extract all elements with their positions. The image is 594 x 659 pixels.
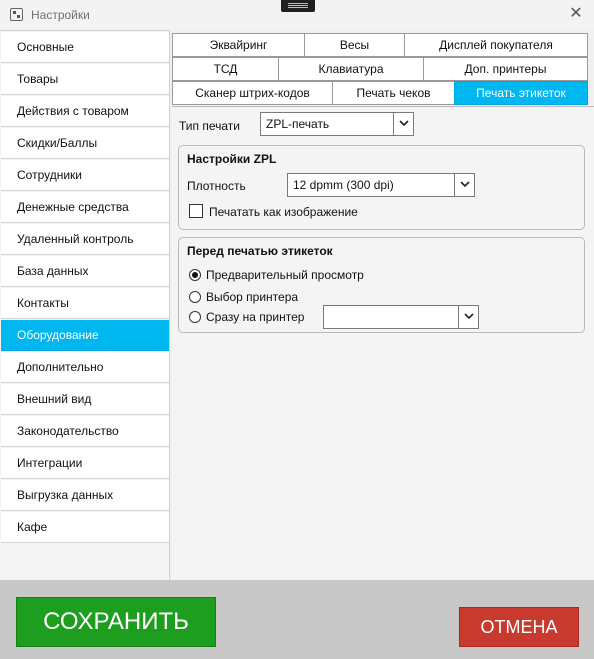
sidebar-item-remote-control[interactable]: Удаленный контроль (1, 224, 169, 255)
settings-window: Настройки ✕ Основные Товары Действия с т… (0, 0, 594, 659)
zpl-settings-group: Настройки ZPL Плотность 12 dpmm (300 dpi… (178, 145, 585, 230)
print-as-image-label: Печатать как изображение (209, 205, 358, 219)
sidebar-item-employees[interactable]: Сотрудники (1, 160, 169, 191)
tab-barcode-scanner[interactable]: Сканер штрих-кодов (172, 81, 333, 105)
preview-label: Предварительный просмотр (206, 268, 364, 282)
sidebar-item-legislation[interactable]: Законодательство (1, 416, 169, 447)
settings-sidebar: Основные Товары Действия с товаром Скидк… (0, 30, 170, 580)
density-select[interactable]: 12 dpmm (300 dpi) (287, 173, 475, 197)
label-printing-panel: Тип печати ZPL-печать Настройки ZPL Плот… (172, 106, 594, 580)
before-print-group: Перед печатью этикеток Предварительный п… (178, 237, 585, 333)
sidebar-item-equipment[interactable]: Оборудование (1, 320, 169, 351)
sidebar-item-product-actions[interactable]: Действия с товаром (1, 96, 169, 127)
sidebar-item-cafe[interactable]: Кафе (1, 512, 169, 543)
drag-handle[interactable] (281, 0, 315, 12)
sidebar-item-discounts[interactable]: Скидки/Баллы (1, 128, 169, 159)
sidebar-item-cash[interactable]: Денежные средства (1, 192, 169, 223)
print-as-image-checkbox[interactable] (189, 204, 203, 218)
preview-radio[interactable] (189, 269, 201, 281)
choose-printer-label: Выбор принтера (206, 290, 299, 304)
tab-label-printing[interactable]: Печать этикеток (454, 81, 588, 105)
title-bar[interactable]: Настройки ✕ (0, 0, 594, 30)
sidebar-item-data-export[interactable]: Выгрузка данных (1, 480, 169, 511)
zpl-settings-title: Настройки ZPL (187, 152, 277, 166)
sidebar-item-additional[interactable]: Дополнительно (1, 352, 169, 383)
print-type-value: ZPL-печать (266, 117, 330, 131)
app-icon (10, 8, 23, 21)
chevron-down-icon[interactable] (458, 306, 478, 328)
sidebar-item-general[interactable]: Основные (1, 32, 169, 63)
save-button[interactable]: СОХРАНИТЬ (16, 597, 216, 647)
printer-select[interactable] (323, 305, 479, 329)
direct-print-radio[interactable] (189, 311, 201, 323)
tab-extra-printers[interactable]: Доп. принтеры (423, 57, 588, 81)
print-type-select[interactable]: ZPL-печать (260, 112, 414, 136)
choose-printer-radio[interactable] (189, 291, 201, 303)
density-value: 12 dpmm (300 dpi) (293, 178, 394, 192)
sidebar-item-appearance[interactable]: Внешний вид (1, 384, 169, 415)
tab-receipt-printing[interactable]: Печать чеков (332, 81, 455, 105)
print-type-label: Тип печати (179, 119, 240, 133)
footer-bar: СОХРАНИТЬ ОТМЕНА (0, 580, 594, 659)
cancel-button[interactable]: ОТМЕНА (459, 607, 579, 647)
direct-print-label: Сразу на принтер (206, 310, 305, 324)
window-title: Настройки (31, 8, 90, 22)
chevron-down-icon[interactable] (454, 174, 474, 196)
before-print-title: Перед печатью этикеток (187, 244, 333, 258)
sidebar-item-database[interactable]: База данных (1, 256, 169, 287)
close-icon[interactable]: ✕ (566, 4, 586, 24)
chevron-down-icon[interactable] (393, 113, 413, 135)
sidebar-item-contacts[interactable]: Контакты (1, 288, 169, 319)
tab-scales[interactable]: Весы (304, 33, 405, 57)
tab-customer-display[interactable]: Дисплей покупателя (404, 33, 588, 57)
tab-tsd[interactable]: ТСД (172, 57, 279, 81)
sidebar-item-products[interactable]: Товары (1, 64, 169, 95)
tab-acquiring[interactable]: Эквайринг (172, 33, 305, 57)
tab-keyboard[interactable]: Клавиатура (278, 57, 424, 81)
sidebar-item-integrations[interactable]: Интеграции (1, 448, 169, 479)
density-label: Плотность (187, 179, 246, 193)
